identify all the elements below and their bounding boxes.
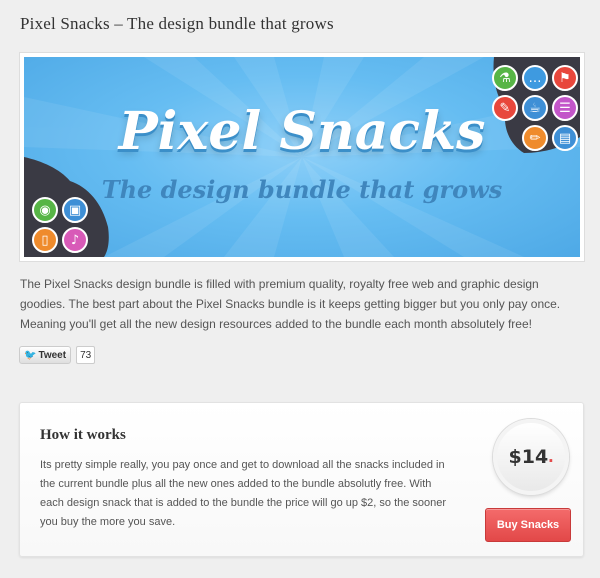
tweet-widget: 🐦 Tweet 73 xyxy=(19,346,96,364)
how-it-works-card: How it works Its pretty simple really, y… xyxy=(19,402,584,557)
tweet-label: Tweet xyxy=(38,349,67,361)
banner-frame: Pixel Snacks The design bundle that grow… xyxy=(19,52,585,262)
banner-subtitle: The design bundle that grows xyxy=(101,175,503,204)
price-dot: . xyxy=(548,446,554,467)
how-it-works-heading: How it works xyxy=(40,427,126,443)
tweet-count[interactable]: 73 xyxy=(76,346,96,364)
file-icon: ▯ xyxy=(32,227,58,253)
document-icon: ▤ xyxy=(552,125,578,151)
chat-icon: … xyxy=(522,65,548,91)
cup-icon: ☕ xyxy=(522,95,548,121)
how-it-works-text: Its pretty simple really, you pay once a… xyxy=(40,459,447,528)
price-badge: $14. xyxy=(493,419,569,495)
list-icon: ☰ xyxy=(552,95,578,121)
pencil-icon: ✏ xyxy=(522,125,548,151)
image-icon: ▣ xyxy=(62,197,88,223)
banner-image: Pixel Snacks The design bundle that grow… xyxy=(24,57,580,257)
buy-snacks-button[interactable]: Buy Snacks xyxy=(485,508,571,542)
flag-icon: ⚑ xyxy=(552,65,578,91)
bundle-description: The Pixel Snacks design bundle is filled… xyxy=(20,277,561,331)
pen-icon: ✎ xyxy=(492,95,518,121)
music-icon: ♪ xyxy=(62,227,88,253)
price-value: $14 xyxy=(508,446,549,468)
tweet-button[interactable]: 🐦 Tweet xyxy=(19,346,72,364)
flask-icon: ⚗ xyxy=(492,65,518,91)
page-title: Pixel Snacks – The design bundle that gr… xyxy=(20,14,334,33)
camera-icon: ◉ xyxy=(32,197,58,223)
twitter-bird-icon: 🐦 xyxy=(24,349,37,361)
